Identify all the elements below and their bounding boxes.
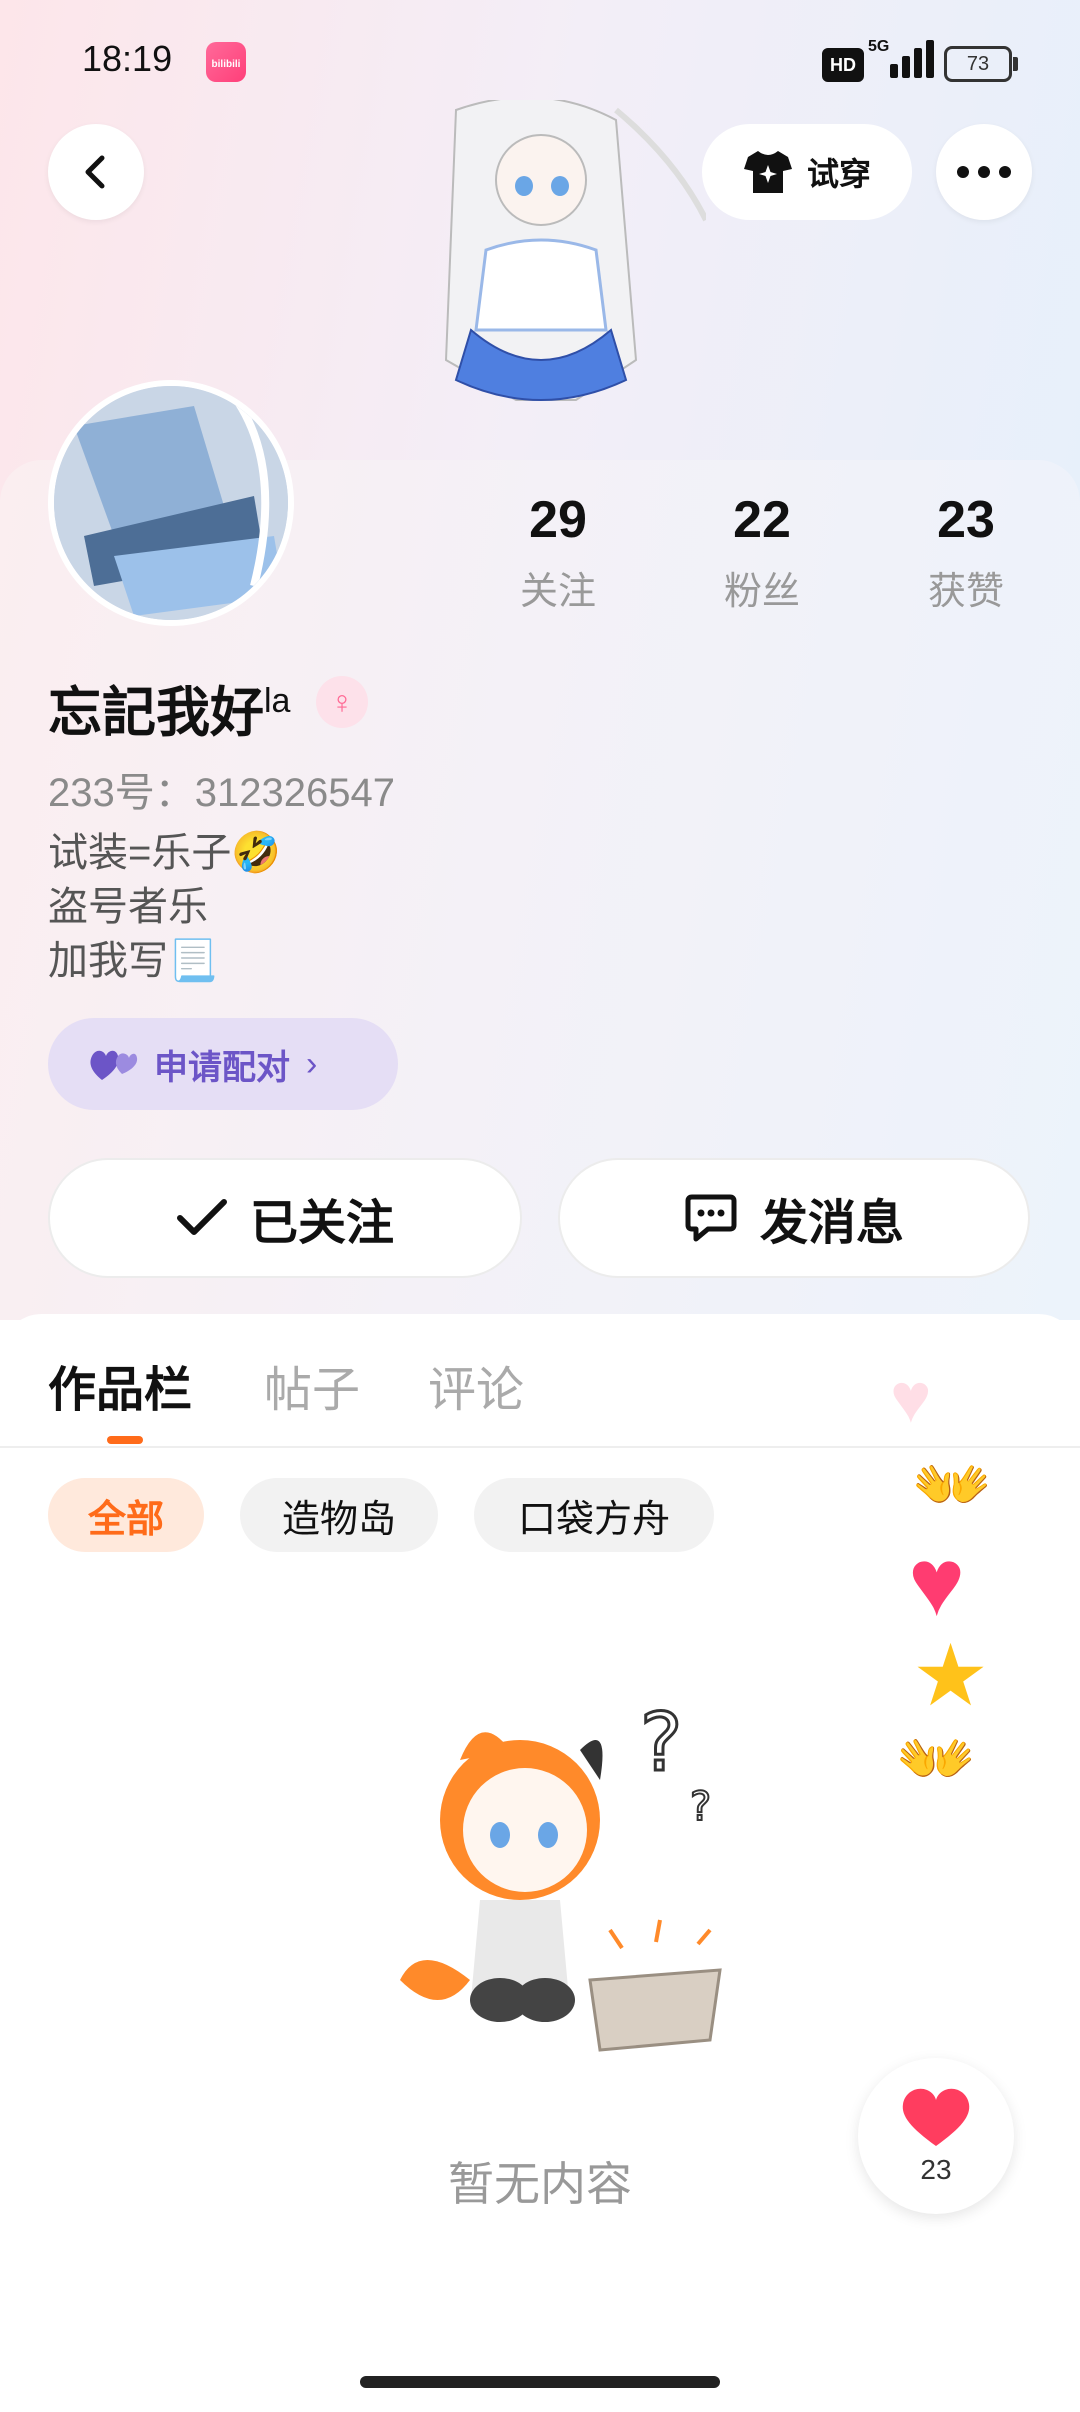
network-type: 5G bbox=[868, 38, 890, 55]
try-on-button[interactable]: 试穿 bbox=[702, 124, 912, 220]
bio-line: 加我写📃 bbox=[48, 939, 218, 983]
shirt-sparkle-icon bbox=[743, 151, 792, 193]
double-heart-icon bbox=[90, 1050, 138, 1080]
svg-text:?: ? bbox=[690, 1784, 711, 1830]
battery-icon: 73 bbox=[944, 46, 1018, 82]
tab-posts[interactable]: 帖子 bbox=[264, 1350, 360, 1420]
chevron-right-icon: › bbox=[306, 1044, 318, 1083]
heart-icon: ♥ bbox=[890, 1359, 932, 1437]
battery-level: 73 bbox=[966, 53, 990, 75]
stat-likes[interactable]: 23 获赞 bbox=[896, 490, 1036, 615]
send-message-button[interactable]: 发消息 bbox=[558, 1158, 1030, 1278]
back-button[interactable] bbox=[48, 124, 144, 220]
signal-icon: 5G bbox=[868, 38, 934, 78]
active-tab-indicator bbox=[107, 1436, 143, 1444]
profile-name-suffix: la bbox=[264, 682, 291, 720]
stat-value: 29 bbox=[529, 491, 587, 549]
more-options-button[interactable] bbox=[936, 124, 1032, 220]
profile-name-text: 忘記我好 bbox=[48, 683, 264, 743]
star-icon: ★ bbox=[912, 1628, 990, 1724]
more-dots-icon bbox=[957, 166, 1011, 178]
app-notification-icon: bilibili bbox=[206, 42, 246, 82]
female-gender-icon: ♀ bbox=[316, 676, 368, 728]
avatar[interactable] bbox=[48, 380, 294, 626]
checkmark-icon bbox=[176, 1199, 227, 1235]
hand-icon: 👐 bbox=[896, 1723, 976, 1795]
heart-icon bbox=[902, 2088, 970, 2146]
following-button[interactable]: 已关注 bbox=[48, 1158, 522, 1278]
stat-value: 22 bbox=[733, 491, 791, 549]
bio-line: 试装=乐子🤣 bbox=[48, 831, 282, 875]
stat-followers[interactable]: 22 粉丝 bbox=[692, 490, 832, 615]
profile-name: 忘記我好la bbox=[48, 668, 290, 747]
status-time: 18:19 bbox=[82, 38, 173, 79]
like-button[interactable]: 23 bbox=[858, 2058, 1014, 2214]
filter-creation-island[interactable]: 造物岛 bbox=[240, 1478, 438, 1552]
app-badge-label: bilibili bbox=[211, 59, 241, 70]
stat-following[interactable]: 29 关注 bbox=[488, 490, 628, 615]
like-count: 23 bbox=[920, 2154, 952, 2185]
request-pair-label: 申请配对 bbox=[154, 1048, 290, 1087]
stat-value: 23 bbox=[937, 491, 995, 549]
following-label: 已关注 bbox=[249, 1197, 394, 1250]
svg-text:?: ? bbox=[640, 1696, 682, 1789]
empty-state-illustration: ? ? bbox=[400, 1695, 722, 2052]
filter-pocket-ark[interactable]: 口袋方舟 bbox=[474, 1478, 714, 1552]
character-avatar-figure bbox=[444, 100, 706, 401]
bio: 试装=乐子🤣 盗号者乐 加我写📃 bbox=[48, 826, 281, 988]
tab-comments[interactable]: 评论 bbox=[428, 1350, 524, 1420]
stat-label: 关注 bbox=[519, 571, 596, 613]
chat-bubble-icon bbox=[685, 1194, 737, 1242]
stat-label: 获赞 bbox=[927, 571, 1004, 613]
stat-label: 粉丝 bbox=[723, 571, 800, 613]
home-indicator[interactable] bbox=[360, 2376, 720, 2388]
user-id: 233号：312326547 bbox=[48, 771, 395, 815]
hand-icon: 👐 bbox=[912, 1449, 992, 1521]
bio-line: 盗号者乐 bbox=[48, 885, 208, 929]
heart-icon: ♥ bbox=[908, 1529, 965, 1636]
try-on-label: 试穿 bbox=[806, 156, 871, 192]
avatar-image bbox=[54, 386, 288, 620]
hd-icon: HD bbox=[822, 48, 864, 82]
chevron-left-icon bbox=[85, 155, 105, 189]
send-message-label: 发消息 bbox=[759, 1197, 904, 1250]
request-pair-button[interactable]: 申请配对 › bbox=[48, 1018, 398, 1110]
tab-works[interactable]: 作品栏 bbox=[48, 1350, 192, 1420]
filter-all[interactable]: 全部 bbox=[48, 1478, 204, 1552]
